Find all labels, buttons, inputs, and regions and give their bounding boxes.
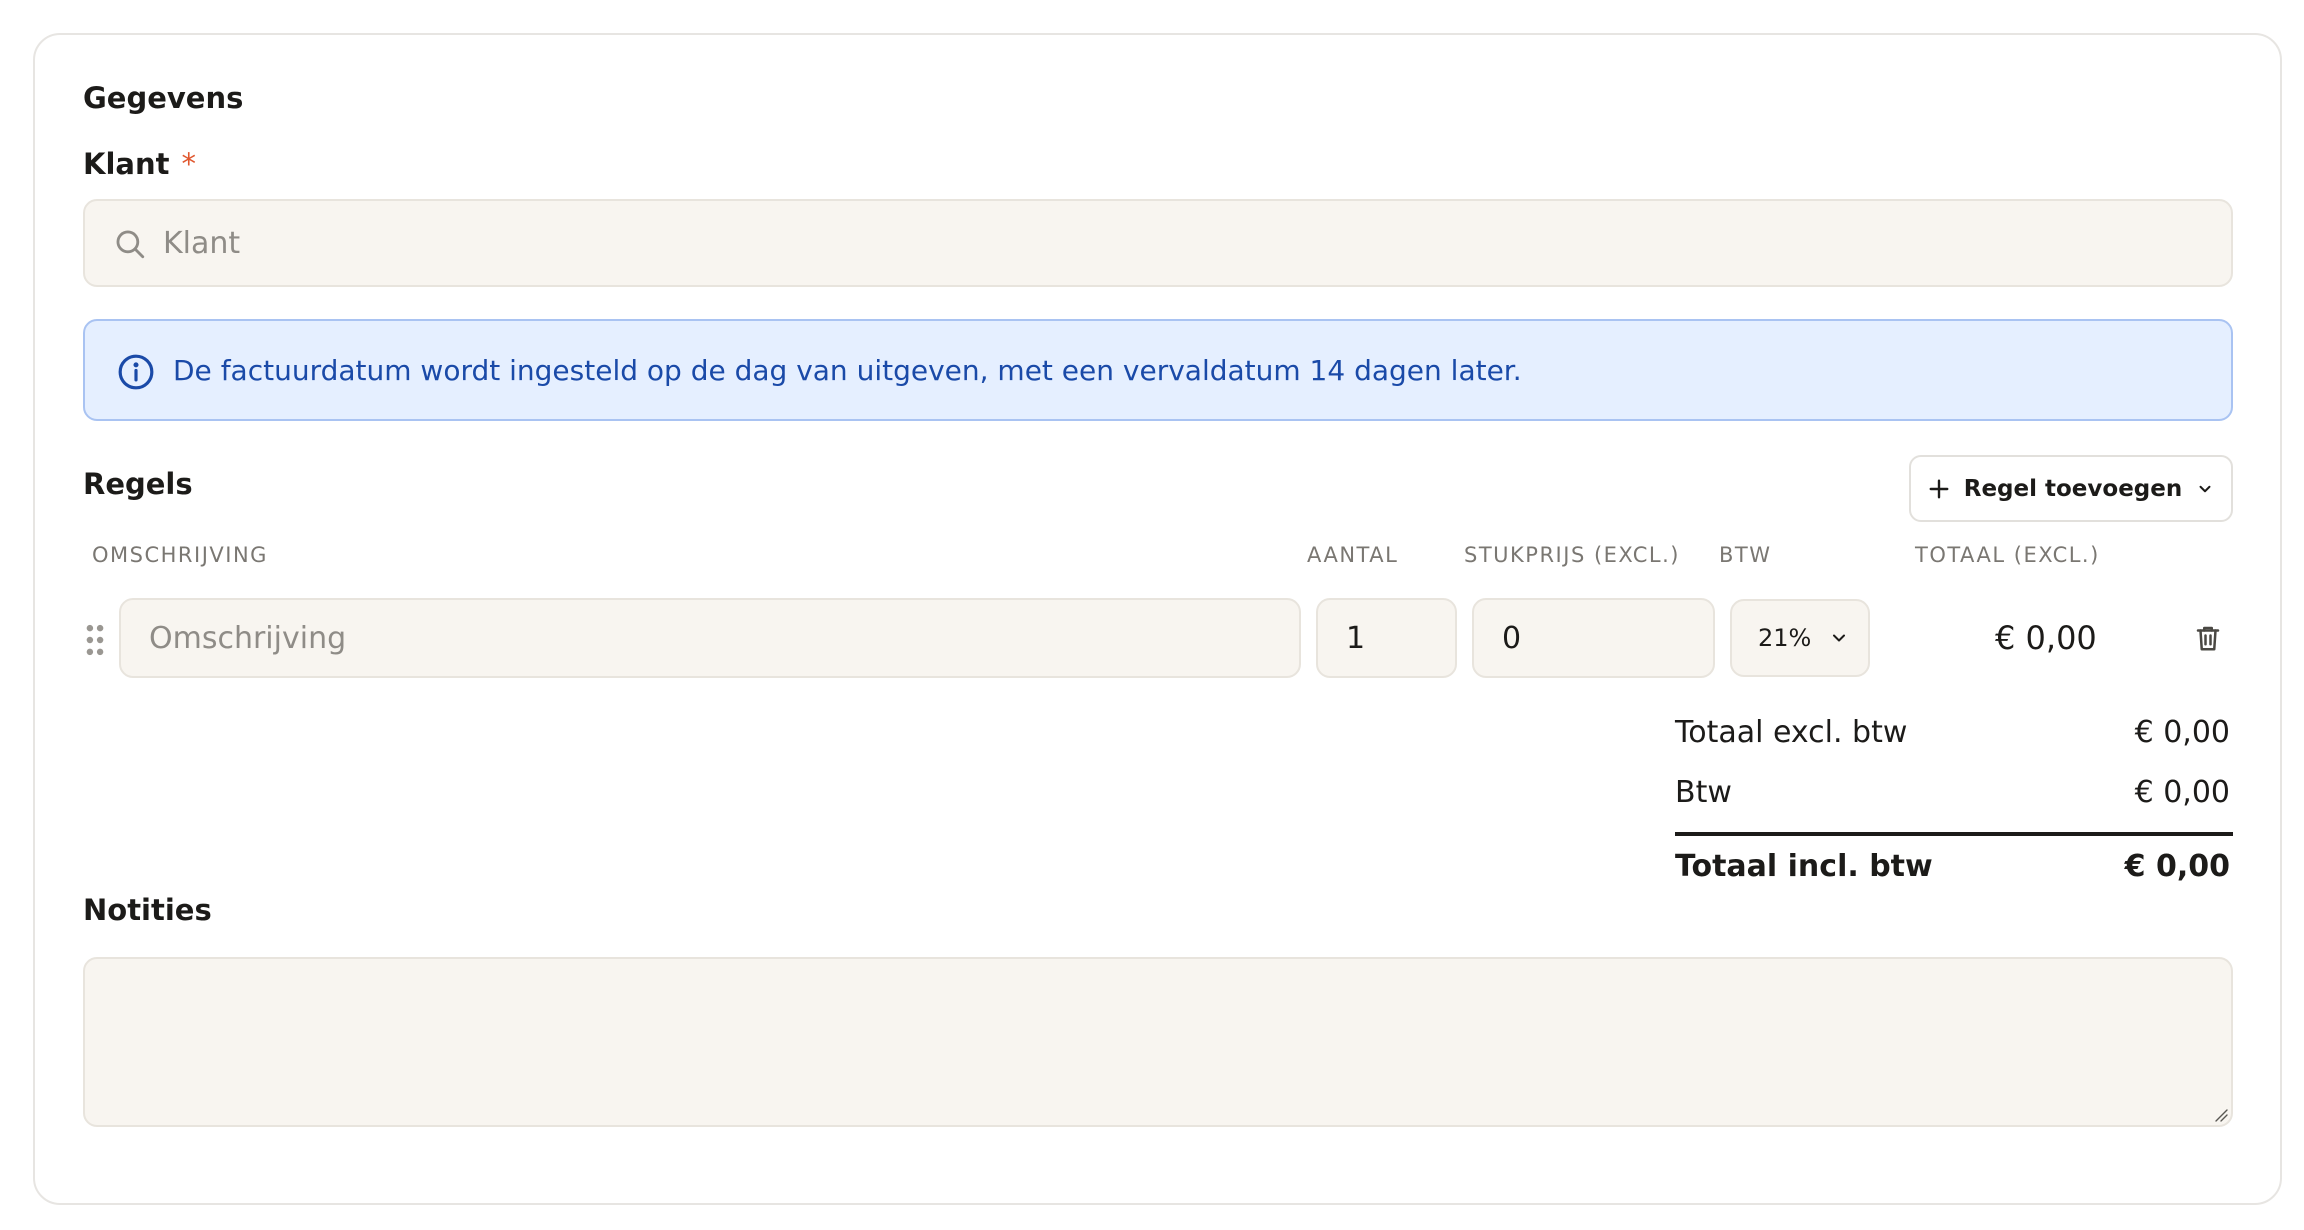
- client-label-text: Klant: [83, 147, 170, 181]
- client-search-input[interactable]: [163, 201, 2063, 285]
- line-vat-select[interactable]: 21%: [1730, 599, 1870, 677]
- resize-grip-icon[interactable]: [2213, 1107, 2229, 1123]
- total-value: € 0,00: [2124, 849, 2230, 884]
- info-icon: [118, 354, 154, 390]
- subtotal-label: Totaal excl. btw: [1675, 715, 1908, 750]
- info-banner: De factuurdatum wordt ingesteld op de da…: [83, 319, 2233, 421]
- line-unit-price-input[interactable]: [1472, 598, 1715, 678]
- column-header-unit-price: STUKPRIJS (EXCL.): [1464, 543, 1680, 567]
- chevron-down-icon: [2199, 485, 2211, 492]
- summary-divider: [1675, 832, 2233, 836]
- info-text: De factuurdatum wordt ingesteld op de da…: [173, 354, 1522, 387]
- notes-field[interactable]: [83, 957, 2233, 1127]
- line-quantity-input[interactable]: [1316, 598, 1457, 678]
- plus-icon: [1929, 479, 1949, 498]
- column-header-description: OMSCHRIJVING: [92, 543, 268, 567]
- required-mark: *: [181, 147, 197, 181]
- vat-value: € 0,00: [2134, 775, 2230, 810]
- line-description-input[interactable]: [119, 598, 1301, 678]
- drag-handle-icon[interactable]: [83, 623, 107, 657]
- search-icon: [116, 230, 145, 259]
- trash-icon[interactable]: [2193, 621, 2223, 655]
- subtotal-value: € 0,00: [2134, 715, 2230, 750]
- client-search-field[interactable]: [83, 199, 2233, 287]
- add-line-label: Regel toevoegen: [1963, 475, 2183, 502]
- lines-title: Regels: [83, 467, 193, 501]
- column-header-quantity: AANTAL: [1307, 543, 1399, 567]
- vat-label: Btw: [1675, 775, 1732, 810]
- column-header-total: TOTAAL (EXCL.): [1915, 543, 2100, 567]
- chevron-down-icon: [1833, 634, 1846, 642]
- invoice-form-card: Gegevens Klant * De factuurdatum wordt in…: [33, 33, 2282, 1205]
- vat-select-value: 21%: [1758, 624, 1812, 652]
- line-total: € 0,00: [1995, 619, 2097, 657]
- notes-textarea[interactable]: [85, 959, 2231, 1125]
- notes-label: Notities: [83, 893, 212, 927]
- section-title: Gegevens: [83, 81, 244, 115]
- total-label: Totaal incl. btw: [1675, 849, 1933, 884]
- column-header-vat: BTW: [1719, 543, 1772, 567]
- client-label: Klant *: [83, 147, 196, 181]
- add-line-button[interactable]: Regel toevoegen: [1909, 455, 2233, 522]
